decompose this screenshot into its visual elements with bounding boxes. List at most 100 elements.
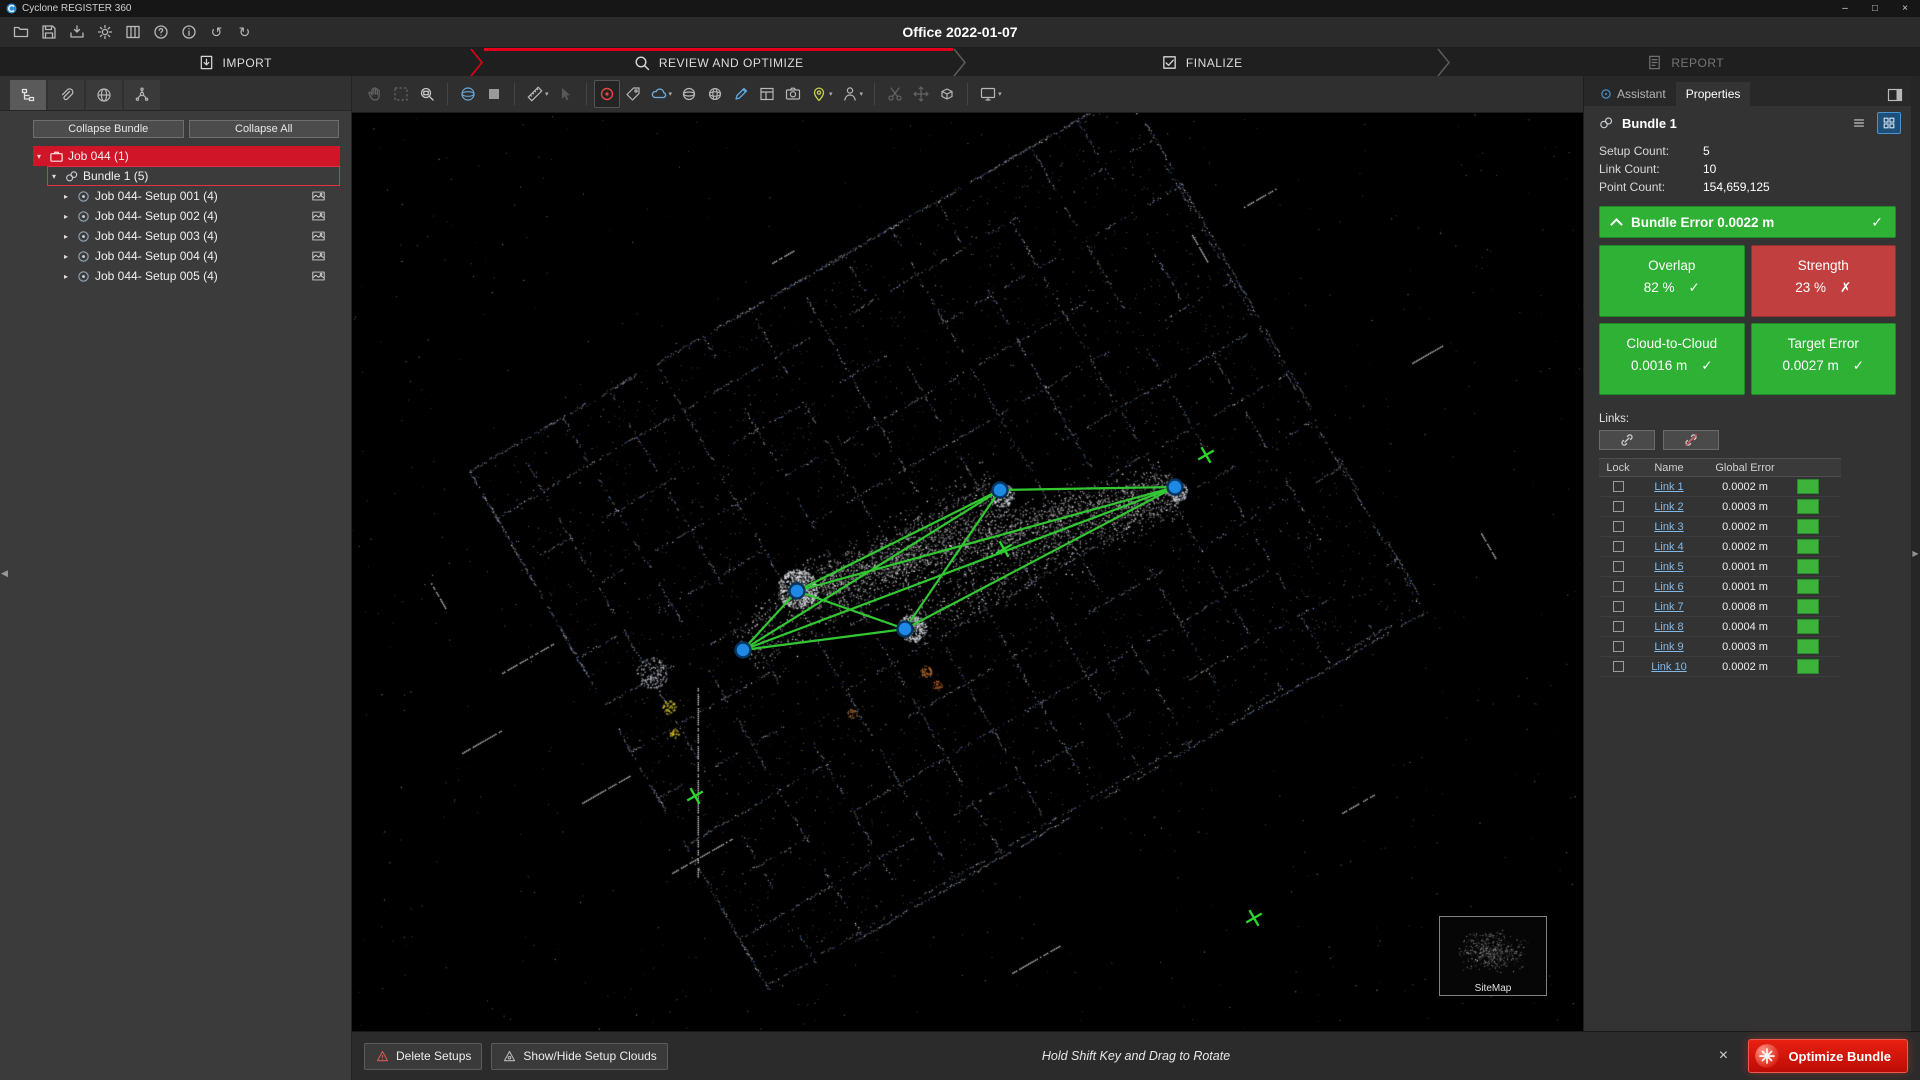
import-icon[interactable] [64, 20, 89, 44]
expander-icon[interactable]: ▸ [60, 232, 72, 241]
tab-geo[interactable] [86, 80, 122, 110]
link-name[interactable]: Link 3 [1654, 521, 1683, 533]
show-hide-setup-clouds-button[interactable]: Show/Hide Setup Clouds [491, 1043, 667, 1070]
workflow-step-finalize[interactable]: FINALIZE [967, 48, 1437, 77]
collapse-right-panel-handle[interactable]: ▶ [1911, 76, 1920, 1031]
tab-attachments[interactable] [48, 80, 84, 110]
grid-view-button[interactable] [1877, 112, 1901, 134]
mesh-sphere-button[interactable] [702, 80, 728, 108]
view-sphere-button[interactable] [455, 80, 481, 108]
pano-thumbnail-icon[interactable] [311, 189, 326, 203]
delete-setups-button[interactable]: Delete Setups [364, 1043, 482, 1070]
bundle-error-banner[interactable]: Bundle Error 0.0022 m ✓ [1599, 206, 1896, 238]
registration-link-line[interactable] [1000, 487, 1175, 490]
tree-item-setup[interactable]: ▸ Job 044- Setup 004 (4) [47, 246, 340, 266]
view-plane-button[interactable] [481, 80, 507, 108]
select-frame-button[interactable] [388, 80, 414, 108]
setup-node[interactable] [736, 643, 751, 658]
setup-node[interactable] [1168, 480, 1183, 495]
registration-link-line[interactable] [905, 487, 1175, 629]
pano-thumbnail-icon[interactable] [311, 249, 326, 263]
lock-checkbox[interactable] [1613, 481, 1624, 492]
geotag-button[interactable]: ▾ [806, 80, 837, 108]
lock-checkbox[interactable] [1613, 601, 1624, 612]
link-row[interactable]: Link 70.0008 m [1599, 597, 1841, 617]
card-overlap[interactable]: Overlap 82 %✓ [1599, 245, 1745, 317]
tree-item-bundle[interactable]: ▾ Bundle 1 (5) [47, 166, 340, 186]
draw-pen-button[interactable] [728, 80, 754, 108]
list-view-button[interactable] [1847, 112, 1871, 134]
expander-icon[interactable]: ▾ [48, 172, 60, 181]
setup-node[interactable] [898, 622, 913, 637]
lock-checkbox[interactable] [1613, 561, 1624, 572]
registration-link-line[interactable] [797, 487, 1175, 591]
undo-icon[interactable]: ↺ [204, 20, 229, 44]
link-name[interactable]: Link 7 [1654, 601, 1683, 613]
registration-link-line[interactable] [743, 629, 905, 650]
open-project-icon[interactable] [8, 20, 33, 44]
tree-item-setup[interactable]: ▸ Job 044- Setup 005 (4) [47, 266, 340, 286]
link-row[interactable]: Link 50.0001 m [1599, 557, 1841, 577]
tree-item-job[interactable]: ▾ Job 044 (1) [33, 146, 340, 166]
panel-layout-button[interactable] [1887, 88, 1903, 102]
card-strength[interactable]: Strength 23 %✗ [1751, 245, 1897, 317]
link-row[interactable]: Link 30.0002 m [1599, 517, 1841, 537]
lock-checkbox[interactable] [1613, 581, 1624, 592]
pan-hand-button[interactable] [362, 80, 388, 108]
minimize-button[interactable]: – [1830, 0, 1860, 17]
pick-cursor-button[interactable] [553, 80, 579, 108]
expander-icon[interactable]: ▸ [60, 272, 72, 281]
tree-item-setup[interactable]: ▸ Job 044- Setup 002 (4) [47, 206, 340, 226]
tree-item-setup[interactable]: ▸ Job 044- Setup 003 (4) [47, 226, 340, 246]
camera-button[interactable] [780, 80, 806, 108]
lock-checkbox[interactable] [1613, 661, 1624, 672]
collapse-bundle-button[interactable]: Collapse Bundle [33, 120, 184, 138]
zoom-window-button[interactable] [414, 80, 440, 108]
link-name[interactable]: Link 4 [1654, 541, 1683, 553]
link-row[interactable]: Link 100.0002 m [1599, 657, 1841, 677]
link-name[interactable]: Link 2 [1654, 501, 1683, 513]
workflow-step-review-and-optimize[interactable]: REVIEW AND OPTIMIZE [484, 48, 954, 77]
card-cloud-to-cloud[interactable]: Cloud-to-Cloud 0.0016 m✓ [1599, 323, 1745, 395]
link-row[interactable]: Link 60.0001 m [1599, 577, 1841, 597]
link-lock-all-button[interactable] [1599, 430, 1655, 450]
close-bar-button[interactable]: × [1710, 1047, 1736, 1065]
expander-icon[interactable]: ▸ [60, 212, 72, 221]
cut-cloud-button[interactable] [882, 80, 908, 108]
expander-icon[interactable]: ▾ [33, 152, 45, 161]
lock-checkbox[interactable] [1613, 641, 1624, 652]
move-setup-button[interactable] [908, 80, 934, 108]
link-name[interactable]: Link 8 [1654, 621, 1683, 633]
screen-mode-button[interactable]: ▾ [975, 80, 1006, 108]
add-target-button[interactable] [594, 80, 620, 108]
pano-thumbnail-icon[interactable] [311, 229, 326, 243]
tab-properties[interactable]: Properties [1676, 82, 1751, 106]
link-row[interactable]: Link 10.0002 m [1599, 477, 1841, 497]
workflow-step-import[interactable]: IMPORT [0, 48, 470, 77]
link-name[interactable]: Link 9 [1654, 641, 1683, 653]
pano-thumbnail-icon[interactable] [311, 209, 326, 223]
optimize-bundle-button[interactable]: Optimize Bundle [1748, 1039, 1908, 1073]
sphere-tool-button[interactable] [676, 80, 702, 108]
setup-node[interactable] [993, 483, 1008, 498]
cloud-tool-button[interactable]: ▾ [646, 80, 677, 108]
registration-link-line[interactable] [797, 490, 1000, 591]
link-unlock-all-button[interactable] [1663, 430, 1719, 450]
clip-box-button[interactable] [934, 80, 960, 108]
lock-checkbox[interactable] [1613, 621, 1624, 632]
link-row[interactable]: Link 20.0003 m [1599, 497, 1841, 517]
help-icon[interactable] [148, 20, 173, 44]
lock-checkbox[interactable] [1613, 521, 1624, 532]
pano-thumbnail-icon[interactable] [311, 269, 326, 283]
lock-checkbox[interactable] [1613, 541, 1624, 552]
settings-gear-icon[interactable] [92, 20, 117, 44]
link-name[interactable]: Link 5 [1654, 561, 1683, 573]
storage-columns-icon[interactable] [120, 20, 145, 44]
measure-button[interactable]: ▾ [522, 80, 553, 108]
expander-icon[interactable]: ▸ [60, 252, 72, 261]
workflow-step-report[interactable]: REPORT [1451, 48, 1920, 77]
collapse-all-button[interactable]: Collapse All [189, 120, 340, 138]
close-button[interactable]: × [1890, 0, 1920, 17]
tree-item-setup[interactable]: ▸ Job 044- Setup 001 (4) [47, 186, 340, 206]
maximize-button[interactable]: □ [1860, 0, 1890, 17]
